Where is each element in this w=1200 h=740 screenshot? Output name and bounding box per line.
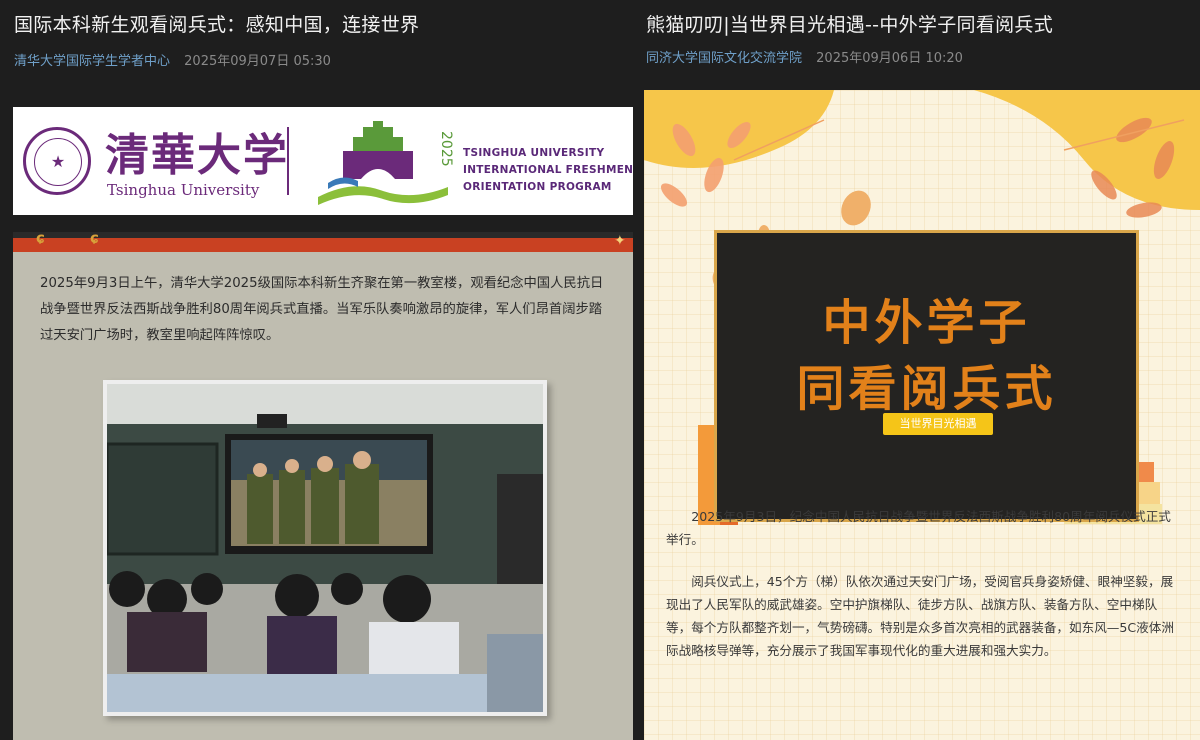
gate-logo-icon [318,121,448,205]
year-vertical-text: 2025 [438,131,454,167]
tsinghua-seal-icon: ★ [23,127,91,195]
right-article-card[interactable]: 熊猫叨叨|当世界目光相遇--中外学子同看阅兵式 同济大学国际文化交流学院 202… [640,0,1200,740]
banner-year: 2025 [438,131,454,167]
article-paragraph: 2025年9月3日，纪念中国人民抗日战争暨世界反法西斯战争胜利80周年阅兵仪式正… [666,509,1171,547]
article-date: 2025年09月06日 10:20 [816,51,963,66]
left-article-card[interactable]: 国际本科新生观看阅兵式：感知中国，连接世界 清华大学国际学生学者中心 2025年… [0,0,640,740]
sparkle-icon: ✦ [614,233,626,249]
blackboard-poster: 中外学子 同看阅兵式 当世界目光相遇 [714,230,1139,522]
classroom-photo-illustration [107,384,543,712]
article-paragraph: 2025年9月3日上午，清华大学2025级国际本科新生齐聚在第一教室楼，观看纪念… [40,276,604,343]
university-chinese-name: 清華大学 [105,130,289,181]
tsinghua-banner-image[interactable]: ★ 清華大学 Tsinghua University 2025 TSINGHUA… [13,107,633,215]
divider [287,127,289,195]
poster-tag: 当世界目光相遇 [883,413,993,435]
classroom-photo[interactable] [103,380,547,716]
article-paragraph: 阅兵仪式上，45个方（梯）队依次通过天安门广场，受阅官兵身姿矫健、眼神坚毅，展现… [666,574,1174,658]
article-title[interactable]: 熊猫叨叨|当世界目光相遇--中外学子同看阅兵式 [646,10,1053,37]
university-english-name: Tsinghua University [107,181,260,199]
article-meta: 清华大学国际学生学者中心 2025年09月07日 05:30 [14,50,331,69]
article-source-link[interactable]: 清华大学国际学生学者中心 [14,54,170,69]
article-title[interactable]: 国际本科新生观看阅兵式：感知中国，连接世界 [14,10,419,37]
article-source-link[interactable]: 同济大学国际文化交流学院 [646,51,802,66]
decorative-red-band [13,238,633,252]
orientation-program-text: TSINGHUA UNIVERSITY INTERNATIONAL FRESHM… [463,147,634,193]
swirl-ornament-icon: ɕ [36,229,45,247]
article-date: 2025年09月07日 05:30 [184,54,331,69]
poster-heading-line1: 中外学子 [822,295,1031,351]
swirl-ornament-icon: ɕ [90,229,99,247]
poster-heading-line2: 同看阅兵式 [796,361,1057,417]
article-meta: 同济大学国际文化交流学院 2025年09月06日 10:20 [646,47,963,66]
